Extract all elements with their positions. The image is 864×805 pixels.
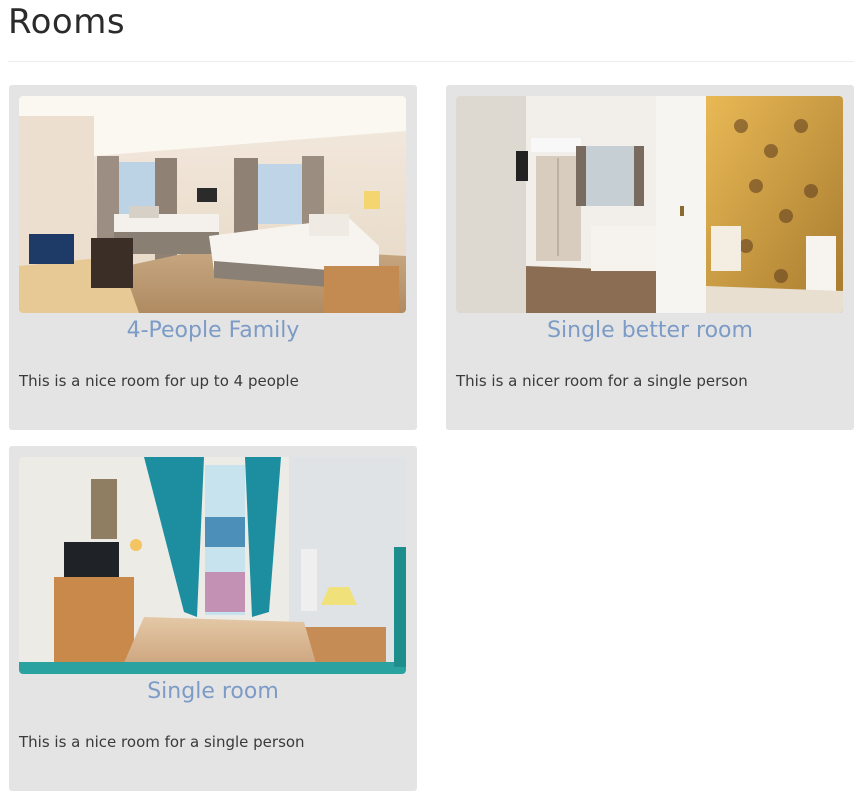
room-photo[interactable]	[19, 457, 406, 674]
room-description: This is a nicer room for a single person	[456, 372, 748, 390]
room-name[interactable]: Single better room	[446, 315, 854, 347]
room-name[interactable]: Single room	[9, 676, 417, 708]
room-card[interactable]: Single better room This is a nicer room …	[446, 85, 854, 430]
room-description: This is a nice room for a single person	[19, 733, 305, 751]
room-photo[interactable]	[19, 96, 406, 313]
room-card[interactable]: 4-People Family This is a nice room for …	[9, 85, 417, 430]
room-card[interactable]: Single room This is a nice room for a si…	[9, 446, 417, 791]
page-title: Rooms	[8, 2, 126, 42]
room-description: This is a nice room for up to 4 people	[19, 372, 299, 390]
room-photo[interactable]	[456, 96, 843, 313]
title-divider	[8, 61, 854, 62]
room-name[interactable]: 4-People Family	[9, 315, 417, 347]
